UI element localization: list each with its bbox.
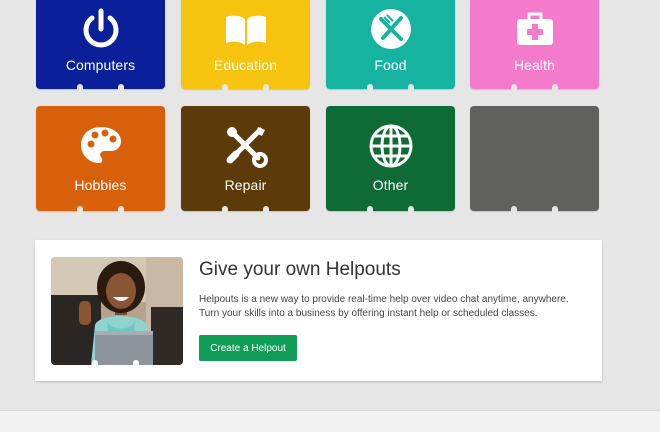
category-tile-health[interactable]: Health: [470, 0, 599, 92]
palette-icon: [80, 127, 121, 163]
category-tile-empty: [470, 106, 599, 214]
fork-knife-icon: [370, 9, 411, 49]
photo-notch: [133, 360, 139, 365]
globe-icon: [369, 124, 412, 168]
woman-with-laptop-image: [51, 257, 183, 365]
category-label-repair: Repair: [224, 177, 267, 193]
category-tile-education[interactable]: Education: [181, 0, 310, 92]
category-label-health: Health: [513, 57, 556, 73]
category-tile-hobbies[interactable]: Hobbies: [36, 106, 165, 214]
give-helpouts-card: Give your own Helpouts Helpouts is a new…: [35, 240, 602, 381]
tile-notch: [222, 84, 228, 92]
promo-description: Helpouts is a new way to provide real-ti…: [199, 294, 569, 319]
tile-notch: [222, 206, 228, 214]
category-label-computers: Computers: [65, 57, 136, 73]
promo-title: Give your own Helpouts: [199, 259, 401, 280]
category-tile-other[interactable]: Other: [326, 106, 455, 214]
footer-band: [0, 410, 660, 432]
tile-notch: [552, 206, 558, 214]
tile-notch: [511, 84, 517, 92]
category-label-hobbies: Hobbies: [74, 177, 127, 193]
tile-notch: [367, 84, 373, 92]
create-helpout-button[interactable]: Create a Helpout: [199, 335, 297, 361]
power-icon: [83, 8, 118, 48]
tile-notch: [263, 206, 269, 214]
tile-notch: [511, 206, 517, 214]
wrench-screwdriver-icon: [226, 127, 268, 168]
tile-notch: [552, 84, 558, 92]
tile-notch: [77, 206, 83, 214]
category-tile-food[interactable]: Food: [326, 0, 455, 92]
first-aid-kit-icon: [516, 12, 553, 45]
tile-notch: [118, 84, 124, 92]
category-tile-computers[interactable]: Computers: [36, 0, 165, 92]
tile-notch: [263, 84, 269, 92]
category-tile-repair[interactable]: Repair: [181, 106, 310, 214]
promo-photo: [51, 257, 183, 365]
tile-notch: [367, 206, 373, 214]
helpouts-page: Computers Education Food Health Hobbies …: [0, 0, 660, 432]
photo-notch: [92, 360, 98, 365]
tile-notch: [408, 206, 414, 214]
open-book-icon: [225, 15, 266, 45]
tile-notch: [77, 84, 83, 92]
tile-notch: [408, 84, 414, 92]
tile-notch: [118, 206, 124, 214]
category-label-other: Other: [372, 177, 409, 193]
category-label-food: Food: [374, 57, 407, 73]
category-label-education: Education: [213, 57, 278, 73]
